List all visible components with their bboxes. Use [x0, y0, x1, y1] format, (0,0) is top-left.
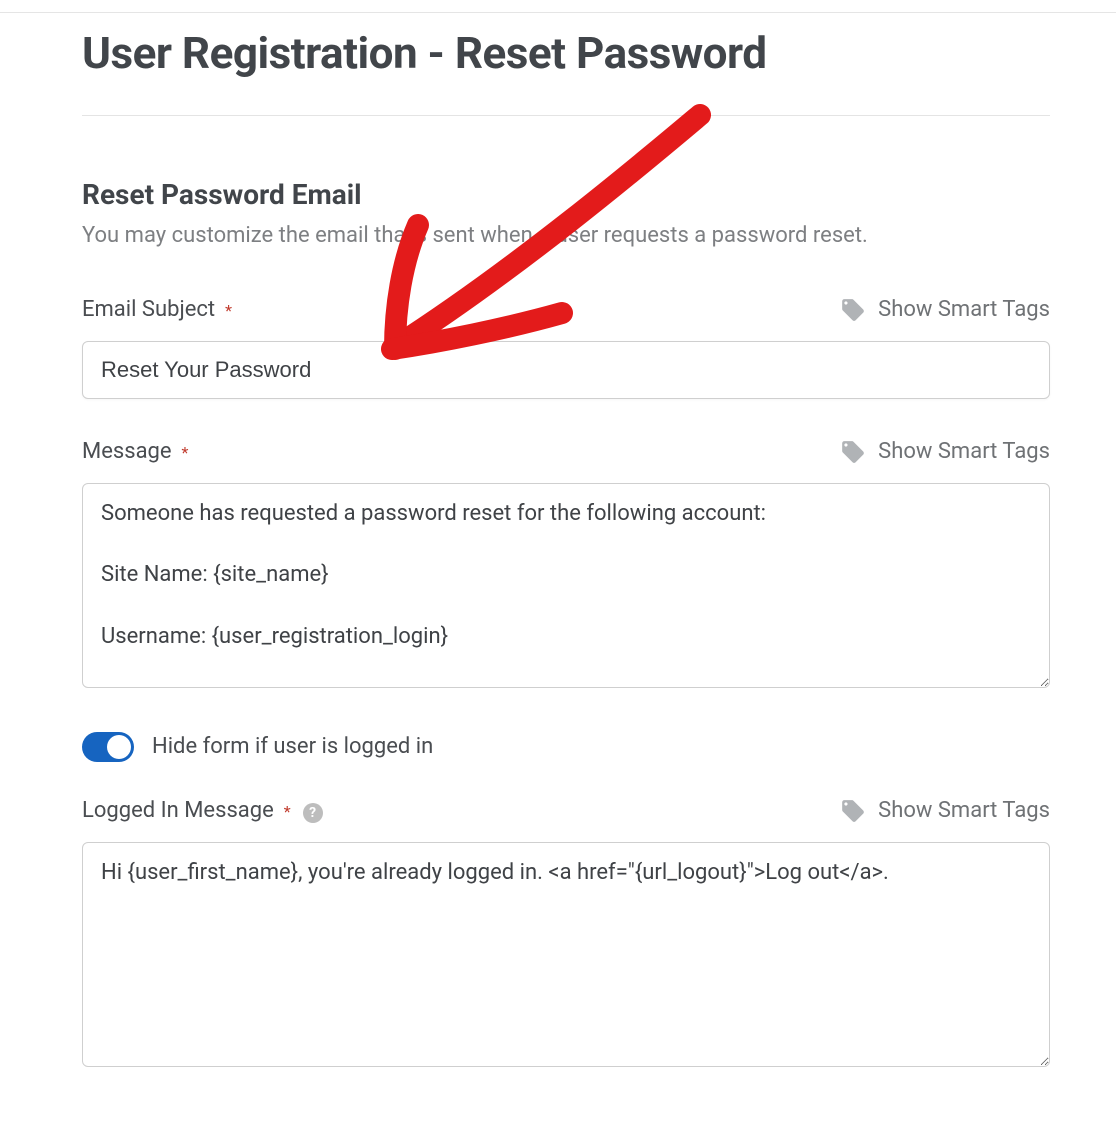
message-field: Message * Show Smart Tags: [82, 439, 1050, 692]
required-indicator: *: [225, 301, 232, 320]
email-subject-label-wrap: Email Subject *: [82, 297, 232, 322]
message-label: Message: [82, 439, 172, 464]
show-smart-tags-link[interactable]: Show Smart Tags: [840, 798, 1050, 824]
required-indicator: *: [182, 443, 189, 462]
help-icon[interactable]: ?: [303, 803, 323, 823]
email-subject-label: Email Subject: [82, 297, 215, 322]
page-title: User Registration - Reset Password: [82, 27, 1050, 79]
section-description: You may customize the email that's sent …: [82, 221, 1050, 251]
header-divider: [82, 115, 1050, 116]
tag-icon: [840, 439, 866, 465]
tag-icon: [840, 798, 866, 824]
hide-form-toggle-row: Hide form if user is logged in: [82, 732, 1050, 762]
hide-form-toggle[interactable]: [82, 732, 134, 762]
smart-tags-label: Show Smart Tags: [878, 439, 1050, 464]
logged-in-message-textarea[interactable]: [82, 842, 1050, 1067]
required-indicator: *: [284, 802, 291, 821]
logged-in-label-wrap: Logged In Message * ?: [82, 798, 323, 823]
smart-tags-label: Show Smart Tags: [878, 798, 1050, 823]
section-title: Reset Password Email: [82, 178, 1050, 211]
message-label-wrap: Message *: [82, 439, 188, 464]
show-smart-tags-link[interactable]: Show Smart Tags: [840, 297, 1050, 323]
email-subject-label-row: Email Subject * Show Smart Tags: [82, 297, 1050, 323]
hide-form-toggle-label: Hide form if user is logged in: [152, 734, 433, 759]
logged-in-label: Logged In Message: [82, 798, 274, 823]
email-subject-field: Email Subject * Show Smart Tags: [82, 297, 1050, 399]
logged-in-label-row: Logged In Message * ? Show Smart Tags: [82, 798, 1050, 824]
smart-tags-label: Show Smart Tags: [878, 297, 1050, 322]
email-subject-input[interactable]: [82, 341, 1050, 399]
logged-in-message-field: Logged In Message * ? Show Smart Tags: [82, 798, 1050, 1071]
settings-container: User Registration - Reset Password Reset…: [0, 13, 1116, 1131]
show-smart-tags-link[interactable]: Show Smart Tags: [840, 439, 1050, 465]
tag-icon: [840, 297, 866, 323]
message-textarea[interactable]: [82, 483, 1050, 688]
message-label-row: Message * Show Smart Tags: [82, 439, 1050, 465]
